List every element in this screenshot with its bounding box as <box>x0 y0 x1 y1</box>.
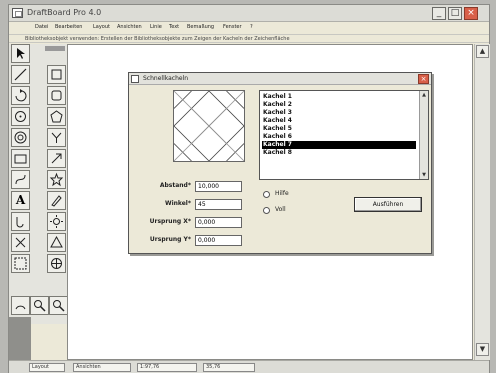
hook-icon[interactable] <box>11 212 30 231</box>
menu-ansichten[interactable]: Ansichten <box>117 24 142 30</box>
title-bar: DraftBoard Pro 4.0 _ □ × <box>9 5 489 22</box>
bottom-bar: Layout Ansichten 1:97,76 35,76 <box>9 360 489 373</box>
menu-help[interactable]: ? <box>250 24 253 30</box>
tile-preview <box>173 90 245 162</box>
radio-icon[interactable] <box>263 207 270 214</box>
star-icon[interactable] <box>47 170 66 189</box>
list-scroll-down-icon[interactable]: ▼ <box>420 171 428 179</box>
radio-icon[interactable] <box>263 191 270 198</box>
line-icon[interactable] <box>11 65 30 84</box>
toolbox: A <box>9 44 87 363</box>
list-item[interactable]: Kachel 1 <box>262 93 416 101</box>
app-icon <box>12 8 23 18</box>
hint-bar: Bibliotheksobjekt verwenden: Erstellen d… <box>9 34 489 43</box>
toolbox-footer <box>9 317 31 363</box>
triangle-icon[interactable] <box>47 233 66 252</box>
circle-icon[interactable] <box>11 107 30 126</box>
dialog-title: Schnellkacheln <box>143 75 189 82</box>
y-branch-icon[interactable] <box>47 128 66 147</box>
layout-select[interactable]: Layout <box>29 363 65 372</box>
square-icon[interactable] <box>11 149 30 168</box>
curve-icon[interactable] <box>11 170 30 189</box>
scroll-up-icon[interactable]: ▲ <box>476 45 489 58</box>
option-label: Hilfe <box>275 190 289 197</box>
scroll-down-icon[interactable]: ▼ <box>476 343 489 356</box>
rounded-rect-icon[interactable] <box>47 86 66 105</box>
winkel-field[interactable]: 45 <box>195 199 242 210</box>
window-title: DraftBoard Pro 4.0 <box>27 8 102 17</box>
field-label-abstand: Abstand* <box>159 182 191 189</box>
scale-field[interactable]: 1:97,76 <box>137 363 197 372</box>
tile-pattern-icon <box>174 91 244 161</box>
rectangle-tool-icon[interactable] <box>47 65 66 84</box>
gear-icon[interactable] <box>47 212 66 231</box>
menu-text[interactable]: Text <box>169 24 179 30</box>
zoom-icon[interactable] <box>30 296 49 315</box>
dialog-title-bar: Schnellkacheln × <box>129 73 431 85</box>
rotate-icon[interactable] <box>11 86 30 105</box>
list-item[interactable]: Kachel 5 <box>262 125 416 133</box>
tile-list[interactable]: Kachel 1 Kachel 2 Kachel 3 Kachel 4 Kach… <box>259 90 429 180</box>
diagonal-arrow-icon[interactable] <box>47 149 66 168</box>
list-item[interactable]: Kachel 2 <box>262 101 416 109</box>
menu-layout[interactable]: Layout <box>93 24 110 30</box>
option-label: Voll <box>275 206 286 213</box>
text-icon[interactable]: A <box>11 191 30 210</box>
list-item-selected[interactable]: Kachel 7 <box>262 141 416 149</box>
field-label-winkel: Winkel* <box>164 200 191 207</box>
menu-bemassung[interactable]: Bemaßung <box>187 24 214 30</box>
list-item[interactable]: Kachel 6 <box>262 133 416 141</box>
option-hilfe[interactable]: Hilfe <box>263 190 333 199</box>
minimize-button[interactable]: _ <box>432 7 446 20</box>
menu-datei[interactable]: Datei <box>35 24 48 30</box>
target-icon[interactable] <box>11 128 30 147</box>
list-item[interactable]: Kachel 3 <box>262 109 416 117</box>
ursprung-y-field[interactable]: 0,000 <box>195 235 242 246</box>
hint-text: Bibliotheksobjekt verwenden: Erstellen d… <box>25 36 290 42</box>
cross-icon[interactable] <box>11 233 30 252</box>
menu-bar: Datei Bearbeiten Layout Ansichten Linie … <box>9 23 489 33</box>
dialog-icon <box>131 75 139 83</box>
menu-bearbeiten[interactable]: Bearbeiten <box>55 24 82 30</box>
abstand-field[interactable]: 10,000 <box>195 181 242 192</box>
select-icon[interactable] <box>11 254 30 273</box>
ursprung-x-field[interactable]: 0,000 <box>195 217 242 228</box>
snap-icon[interactable] <box>47 254 66 273</box>
run-button[interactable]: Ausführen <box>354 197 422 212</box>
close-button[interactable]: × <box>464 7 478 20</box>
polygon-icon[interactable] <box>47 107 66 126</box>
maximize-button[interactable]: □ <box>448 7 462 20</box>
option-voll[interactable]: Voll <box>263 206 333 215</box>
list-scroll-up-icon[interactable]: ▲ <box>420 91 428 99</box>
field-label-ursprung-y: Ursprung Y* <box>149 236 191 243</box>
list-scrollbar[interactable]: ▲ ▼ <box>419 91 428 179</box>
coordinate-field: 35,76 <box>203 363 255 372</box>
field-label-ursprung-x: Ursprung X* <box>149 218 191 225</box>
menu-linie[interactable]: Linie <box>150 24 162 30</box>
tile-dialog: Schnellkacheln × Abstand* 10,000 Winkel*… <box>128 72 432 254</box>
dialog-close-button[interactable]: × <box>418 74 429 84</box>
magnifier-icon[interactable] <box>49 296 68 315</box>
list-item[interactable]: Kachel 4 <box>262 117 416 125</box>
toolbox-header <box>45 46 65 51</box>
arrow-icon[interactable] <box>11 44 30 63</box>
pen-icon[interactable] <box>47 191 66 210</box>
views-select[interactable]: Ansichten <box>73 363 131 372</box>
measure-icon[interactable] <box>11 296 30 315</box>
vertical-scrollbar[interactable]: ▲ ▼ <box>474 44 490 360</box>
menu-fenster[interactable]: Fenster <box>223 24 242 30</box>
list-item[interactable]: Kachel 8 <box>262 149 416 157</box>
